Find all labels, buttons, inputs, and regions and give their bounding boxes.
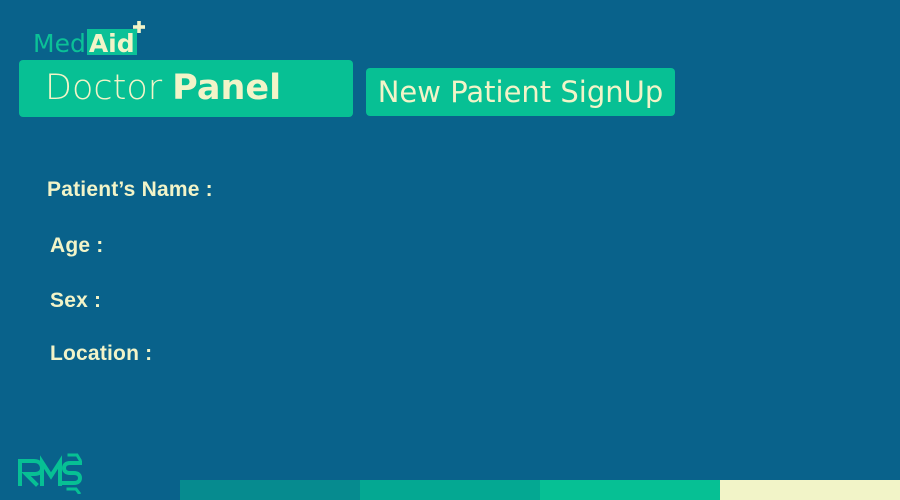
footer-stripe-segment-2 [360, 480, 540, 500]
rms-logo [18, 453, 83, 494]
location-label: Location : [50, 342, 153, 365]
medaid-logo: Med Aid [33, 21, 145, 58]
logo-aid-wrap: Aid [86, 21, 145, 58]
new-patient-signup-button[interactable]: New Patient SignUp [366, 68, 675, 116]
sex-label: Sex : [50, 289, 102, 312]
signup-button-label: New Patient SignUp [377, 75, 664, 109]
patient-name-label: Patient’s Name : [47, 178, 213, 201]
footer-stripe-segment-3 [540, 480, 720, 500]
plus-icon [132, 21, 145, 33]
panel-title-part2: Panel [172, 68, 282, 108]
doctor-panel-header: Doctor Panel [19, 60, 353, 117]
logo-med-text: Med [33, 29, 86, 58]
age-label: Age : [50, 234, 104, 257]
panel-title-part1: Doctor [45, 68, 163, 108]
footer-stripe-segment-4 [720, 480, 900, 500]
footer-color-stripe [180, 480, 900, 500]
footer-stripe-segment-1 [180, 480, 360, 500]
logo-aid-text: Aid [86, 29, 137, 58]
